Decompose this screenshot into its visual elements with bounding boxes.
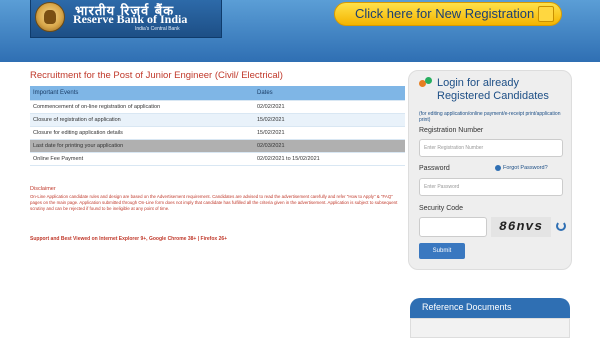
important-events-table: Important Events Dates Commencement of o…: [30, 86, 405, 166]
registration-number-label: Registration Number: [419, 127, 484, 134]
registration-icon[interactable]: [538, 6, 554, 22]
date-cell: 02/02/2021 to 15/02/2021: [254, 152, 405, 166]
date-cell: 15/02/2021: [254, 113, 405, 127]
browser-support-note: Support and Best Viewed on Internet Expl…: [30, 236, 228, 242]
login-note: (for editing application/online payment/…: [419, 111, 561, 123]
event-cell: Online Fee Payment: [30, 152, 254, 166]
captcha-image: 86nvs: [491, 217, 551, 237]
users-icon: [419, 77, 433, 89]
date-cell: 02/03/2021: [254, 139, 405, 153]
date-cell: 15/02/2021: [254, 126, 405, 140]
logo-tagline: India's Central Bank: [135, 26, 180, 32]
table-row: Commencement of on-line registration of …: [30, 100, 405, 114]
rbi-logo[interactable]: भारतीय रिज़र्व बैंक Reserve Bank of Indi…: [30, 0, 222, 38]
help-icon: [495, 165, 501, 171]
event-cell: Closure for editing application details: [30, 126, 254, 140]
refresh-captcha-icon[interactable]: [556, 221, 566, 231]
column-header-events: Important Events: [30, 86, 254, 101]
reference-documents-panel: Reference Documents: [410, 298, 570, 338]
table-header-row: Important Events Dates: [30, 86, 405, 101]
submit-button[interactable]: Submit: [419, 243, 465, 259]
date-cell: 02/02/2021: [254, 100, 405, 114]
rbi-emblem-icon: [35, 2, 65, 32]
forgot-password-link[interactable]: Forgot Password?: [503, 165, 548, 171]
table-row: Last date for printing your application …: [30, 139, 405, 153]
table-row: Closure of registration of application 1…: [30, 113, 405, 127]
password-input[interactable]: Enter Password: [419, 178, 563, 196]
event-cell: Last date for printing your application: [30, 139, 254, 153]
login-panel: Login for already Registered Candidates …: [408, 70, 572, 270]
disclaimer-title: Disclaimer: [30, 186, 56, 192]
site-header: भारतीय रिज़र्व बैंक Reserve Bank of Indi…: [0, 0, 600, 62]
security-code-input[interactable]: [419, 217, 487, 237]
event-cell: Commencement of on-line registration of …: [30, 100, 254, 114]
logo-english-text: Reserve Bank of India: [73, 12, 188, 26]
column-header-dates: Dates: [254, 86, 405, 101]
security-code-label: Security Code: [419, 205, 463, 212]
reference-documents-body: [410, 318, 570, 338]
disclaimer-text: On-Line Application candidate rules and …: [30, 194, 398, 211]
password-label: Password: [419, 165, 450, 172]
event-cell: Closure of registration of application: [30, 113, 254, 127]
new-registration-button[interactable]: Click here for New Registration: [334, 2, 562, 26]
table-row: Online Fee Payment 02/02/2021 to 15/02/2…: [30, 152, 405, 166]
page-title: Recruitment for the Post of Junior Engin…: [30, 70, 283, 81]
table-row: Closure for editing application details …: [30, 126, 405, 140]
registration-number-input[interactable]: Enter Registration Number: [419, 139, 563, 157]
login-title: Login for already Registered Candidates: [437, 77, 549, 102]
reference-documents-title: Reference Documents: [422, 302, 512, 312]
